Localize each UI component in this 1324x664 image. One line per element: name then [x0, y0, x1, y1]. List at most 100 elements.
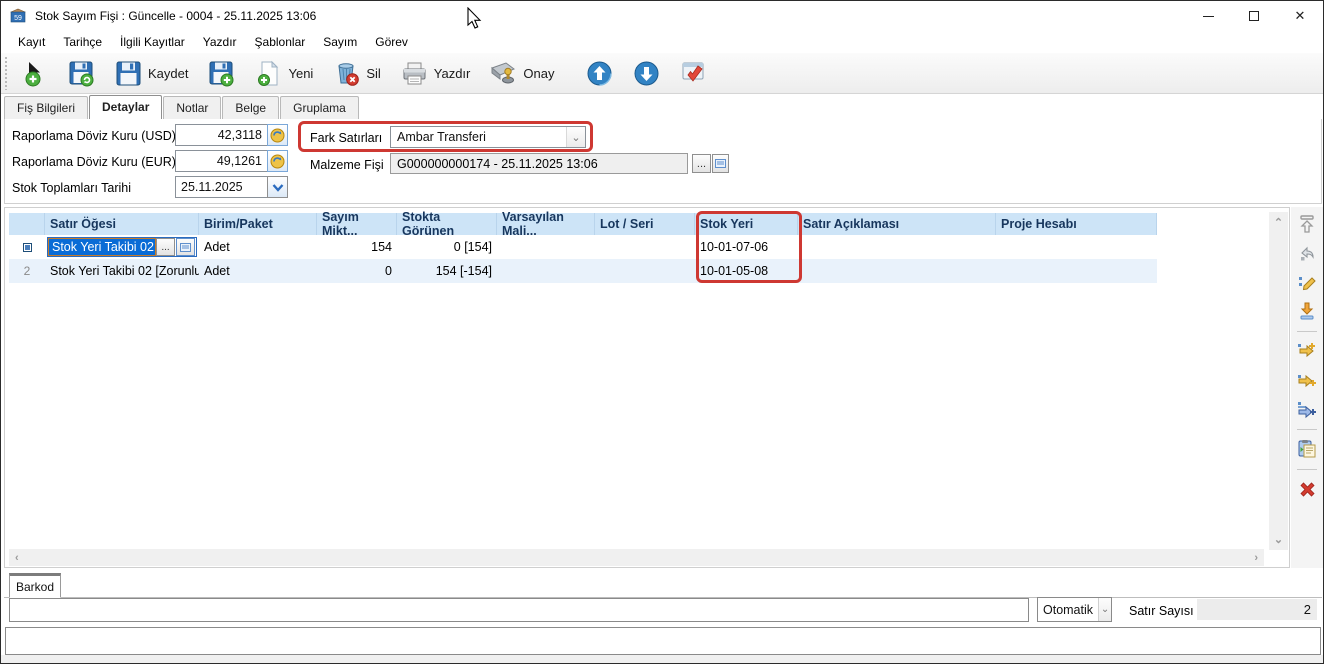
confirm-window-button[interactable] [674, 57, 713, 90]
fark-satirlari-select[interactable]: Ambar Transferi ⌄ [390, 126, 586, 148]
row-2-birim[interactable]: Adet [199, 259, 317, 283]
tab-barkod[interactable]: Barkod [9, 573, 61, 598]
edit-line-button[interactable] [1296, 271, 1318, 293]
usd-rate-currency-button[interactable] [267, 124, 288, 146]
move-down-button[interactable] [627, 57, 666, 90]
row-2-aciklama[interactable] [798, 259, 996, 283]
grid-header-lot-seri[interactable]: Lot / Seri [595, 213, 695, 235]
insert-line-button[interactable] [1296, 340, 1318, 362]
eur-rate-currency-button[interactable] [267, 150, 288, 172]
tab-gruplama[interactable]: Gruplama [280, 96, 359, 119]
barkod-input[interactable] [9, 598, 1029, 622]
row-1-stokta[interactable]: 0 [154] [397, 235, 497, 259]
scroll-left-icon[interactable]: ‹ [9, 552, 25, 564]
row-2-lot[interactable] [595, 259, 695, 283]
grid-header-stok-yeri[interactable]: Stok Yeri [695, 213, 798, 235]
horizontal-scrollbar[interactable]: ‹ › [9, 549, 1264, 566]
menu-sayim[interactable]: Sayım [314, 32, 366, 52]
grid-header-satir-ogesi[interactable]: Satır Öğesi [45, 213, 199, 235]
close-button[interactable]: ✕ [1277, 1, 1323, 31]
satir-ogesi-detail-button[interactable] [176, 238, 195, 256]
save-refresh-button[interactable] [62, 57, 101, 90]
move-line-bottom-button[interactable] [1296, 300, 1318, 322]
edit-pencil-icon [1298, 273, 1317, 292]
move-up-button[interactable] [580, 57, 619, 90]
eur-rate-label: Raporlama Döviz Kuru (EUR) [12, 155, 176, 169]
menu-kayit[interactable]: Kayıt [9, 32, 54, 52]
grid-header-sayim-miktari[interactable]: Sayım Mikt... [317, 213, 397, 235]
usd-rate-input[interactable]: 42,3118 [175, 124, 268, 146]
malzeme-fisi-field: G000000000174 - 25.11.2025 13:06 [390, 153, 688, 174]
grid-header-stokta-gorunen[interactable]: Stokta Görünen [397, 213, 497, 235]
scroll-right-icon[interactable]: › [1248, 552, 1264, 564]
approve-button[interactable]: Onay [484, 57, 560, 90]
menu-ilgili-kayitlar[interactable]: İlgili Kayıtlar [111, 32, 194, 52]
stok-toplam-date-dropdown[interactable] [267, 176, 288, 198]
grid-header-proje-hesabi[interactable]: Proje Hesabı [996, 213, 1157, 235]
row-1-stok-yeri[interactable]: 10-01-07-06 [695, 235, 798, 259]
circle-down-arrow-icon [633, 60, 660, 87]
row-2-selector[interactable]: 2 [9, 259, 45, 283]
undo-line-button[interactable] [1296, 242, 1318, 264]
move-top-icon [1298, 215, 1316, 233]
row-2-stokta[interactable]: 154 [-154] [397, 259, 497, 283]
row-2-varsayilan[interactable] [497, 259, 595, 283]
grid-header-varsayilan-maliyet[interactable]: Varsayılan Mali... [497, 213, 595, 235]
move-line-top-button[interactable] [1296, 213, 1318, 235]
delete-line-button[interactable] [1296, 478, 1318, 500]
move-bottom-icon [1298, 302, 1316, 320]
maximize-button[interactable] [1231, 1, 1277, 31]
row-1-aciklama[interactable] [798, 235, 996, 259]
new-button[interactable]: Yeni [249, 57, 319, 90]
tab-fis-bilgileri[interactable]: Fiş Bilgileri [4, 96, 88, 119]
row-2-stok-yeri[interactable]: 10-01-05-08 [695, 259, 798, 283]
tab-detaylar[interactable]: Detaylar [89, 95, 162, 120]
new-label: Yeni [288, 66, 313, 81]
row-1-lot[interactable] [595, 235, 695, 259]
tab-belge[interactable]: Belge [222, 96, 279, 119]
scroll-up-icon[interactable]: ⌃ [1274, 214, 1283, 231]
barkod-mode-select[interactable]: Otomatik ⌄ [1037, 597, 1112, 622]
malzeme-fisi-detail-button[interactable] [712, 154, 729, 173]
bottom-entry-input[interactable] [5, 627, 1321, 655]
grid-header-selector[interactable] [9, 213, 45, 235]
row-1-sayim[interactable]: 154 [317, 235, 397, 259]
grid-row-1[interactable]: Stok Yeri Takibi 02 ... Adet 154 0 [154]… [9, 235, 1157, 259]
tab-notlar[interactable]: Notlar [163, 96, 221, 119]
row-2-proje[interactable] [996, 259, 1157, 283]
eur-rate-input[interactable]: 49,1261 [175, 150, 268, 172]
row-2-sayim[interactable]: 0 [317, 259, 397, 283]
vertical-scrollbar[interactable]: ⌃ ⌄ [1269, 212, 1288, 550]
print-button[interactable]: Yazdır [395, 57, 477, 90]
window-title: Stok Sayım Fişi : Güncelle - 0004 - 25.1… [35, 9, 316, 23]
satir-ogesi-edit-cell[interactable]: Stok Yeri Takibi 02 ... [47, 237, 197, 257]
satir-ogesi-browse-button[interactable]: ... [156, 238, 175, 256]
minimize-button[interactable] [1185, 1, 1231, 31]
paste-lines-button[interactable] [1296, 438, 1318, 460]
row-1-selector[interactable] [9, 235, 45, 259]
fark-satirlari-label: Fark Satırları [310, 131, 382, 145]
menu-sablonlar[interactable]: Şablonlar [246, 32, 315, 52]
save-add-button[interactable] [202, 57, 241, 90]
malzeme-fisi-browse-button[interactable]: ... [692, 154, 711, 173]
add-pointer-button[interactable] [15, 57, 54, 90]
menu-tarihce[interactable]: Tarihçe [54, 32, 111, 52]
row-1-satir-ogesi-cell[interactable]: Stok Yeri Takibi 02 ... [45, 235, 199, 259]
insert-line-after-button[interactable] [1296, 369, 1318, 391]
save-button[interactable]: Kaydet [109, 57, 194, 90]
menu-yazdir[interactable]: Yazdır [194, 32, 246, 52]
row-1-varsayilan[interactable] [497, 235, 595, 259]
grid-row-2[interactable]: 2 Stok Yeri Takibi 02 [Zorunlu] Adet 0 1… [9, 259, 1157, 283]
scroll-down-icon[interactable]: ⌄ [1274, 531, 1283, 548]
toolbar-grip[interactable] [4, 56, 9, 90]
satir-ogesi-edit-value[interactable]: Stok Yeri Takibi 02 [49, 239, 155, 255]
grid-header-birim-paket[interactable]: Birim/Paket [199, 213, 317, 235]
stok-toplam-date-input[interactable]: 25.11.2025 [175, 176, 268, 198]
grid-header-satir-aciklamasi[interactable]: Satır Açıklaması [798, 213, 996, 235]
row-1-proje[interactable] [996, 235, 1157, 259]
menu-gorev[interactable]: Görev [366, 32, 417, 52]
delete-button[interactable]: Sil [327, 57, 386, 90]
row-2-satir-ogesi[interactable]: Stok Yeri Takibi 02 [Zorunlu] [45, 259, 199, 283]
row-1-birim[interactable]: Adet [199, 235, 317, 259]
insert-detail-line-button[interactable] [1296, 398, 1318, 420]
